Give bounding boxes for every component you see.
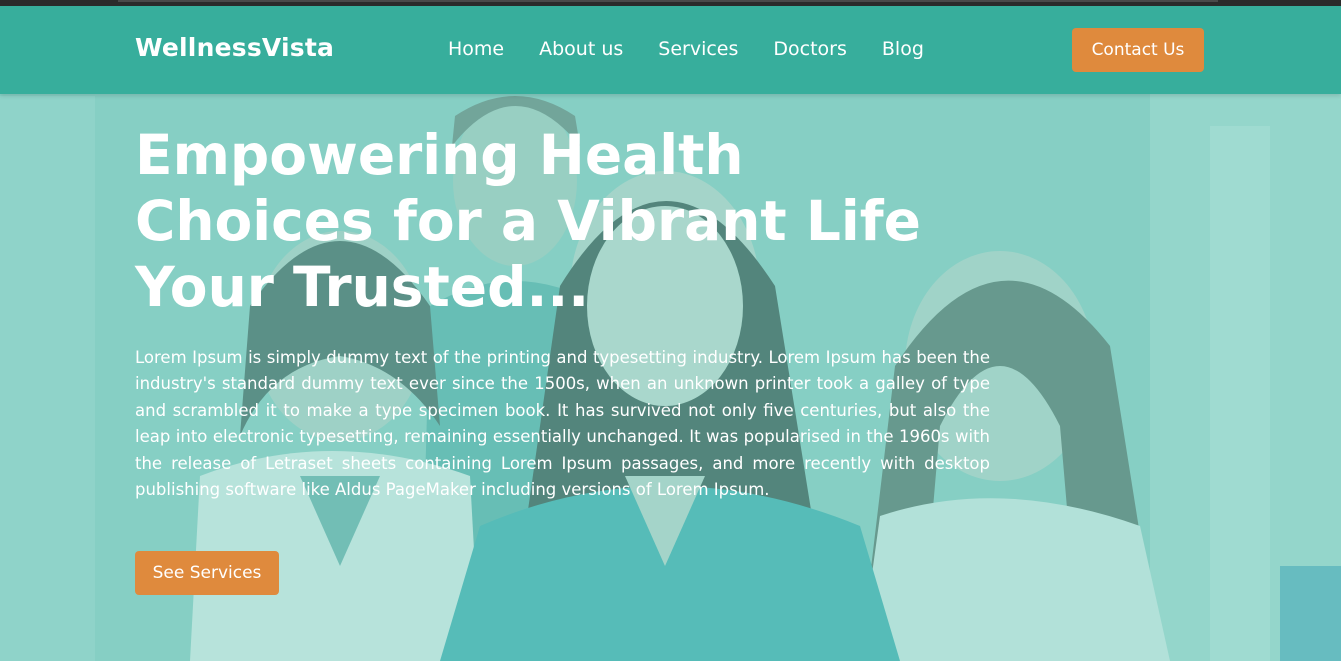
browser-top-edge [0, 0, 1341, 6]
nav-item-blog[interactable]: Blog [882, 38, 924, 60]
hero-title: Empowering Health Choices for a Vibrant … [135, 123, 921, 319]
contact-us-button[interactable]: Contact Us [1072, 28, 1204, 72]
nav-item-home[interactable]: Home [448, 38, 504, 60]
main-nav: Home About us Services Doctors Blog [448, 38, 959, 60]
nav-item-about-us[interactable]: About us [539, 38, 623, 60]
page: WellnessVista Home About us Services Doc… [0, 0, 1341, 661]
site-logo[interactable]: WellnessVista [135, 33, 334, 62]
nav-item-services[interactable]: Services [658, 38, 738, 60]
see-services-button[interactable]: See Services [135, 551, 279, 595]
nav-item-doctors[interactable]: Doctors [773, 38, 847, 60]
site-header: WellnessVista Home About us Services Doc… [0, 6, 1341, 94]
hero-description: Lorem Ipsum is simply dummy text of the … [135, 348, 990, 500]
